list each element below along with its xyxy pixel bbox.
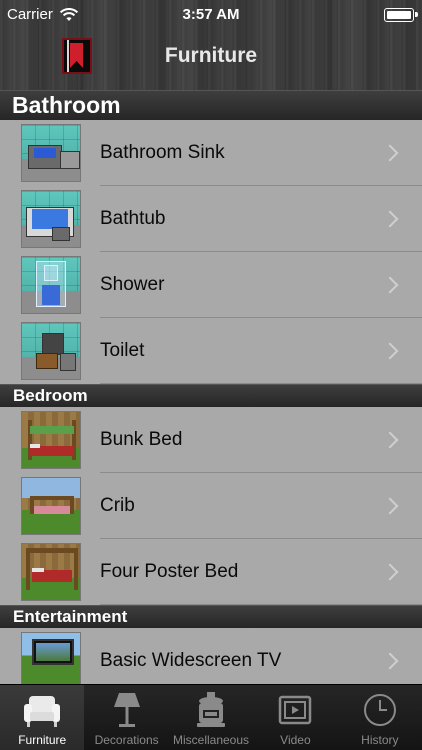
tab-history[interactable]: History — [338, 685, 422, 750]
armchair-icon — [22, 690, 62, 730]
row-label: Four Poster Bed — [100, 561, 239, 582]
status-bar: Carrier 3:57 AM — [0, 0, 422, 30]
tab-label: History — [361, 733, 399, 747]
list-item[interactable]: Crib — [0, 473, 422, 539]
row-label: Bathroom Sink — [100, 142, 225, 163]
nav-title: Furniture — [164, 44, 258, 67]
crib-thumbnail — [21, 477, 81, 535]
row-label: Bathtub — [100, 208, 166, 229]
row-label: Bunk Bed — [100, 429, 183, 450]
chevron-right-icon — [381, 276, 399, 294]
row-label: Toilet — [100, 340, 145, 361]
chevron-right-icon — [381, 497, 399, 515]
chevron-right-icon — [381, 342, 399, 360]
clock-icon — [360, 690, 400, 730]
tab-furniture[interactable]: Furniture — [0, 685, 85, 750]
list-item[interactable]: Basic Widescreen TV — [0, 628, 422, 684]
list-item[interactable]: Bunk Bed — [0, 407, 422, 473]
tab-label: Furniture — [18, 733, 67, 747]
lamp-icon — [107, 690, 147, 730]
bathroom-sink-thumbnail — [21, 124, 81, 182]
chevron-right-icon — [381, 652, 399, 670]
four-poster-bed-thumbnail — [21, 543, 81, 601]
tab-decorations[interactable]: Decorations — [84, 685, 168, 750]
row-label: Shower — [100, 274, 165, 295]
battery-icon — [384, 8, 418, 22]
chevron-right-icon — [381, 144, 399, 162]
chevron-right-icon — [381, 431, 399, 449]
furniture-list[interactable]: Bathroom Bathroom Sink Bathtub Shower To… — [0, 90, 422, 684]
bunk-bed-thumbnail — [21, 411, 81, 469]
top-bar: Carrier 3:57 AM Furniture — [0, 0, 422, 90]
chevron-right-icon — [381, 563, 399, 581]
chevron-right-icon — [381, 210, 399, 228]
toilet-thumbnail — [21, 322, 81, 380]
tab-video[interactable]: Video — [253, 685, 337, 750]
section-header-bathroom: Bathroom — [0, 90, 422, 120]
list-item[interactable]: Four Poster Bed — [0, 539, 422, 605]
tab-label: Miscellaneous — [172, 733, 250, 747]
section-header-entertainment: Entertainment — [0, 605, 422, 628]
video-icon — [275, 690, 315, 730]
row-label: Basic Widescreen TV — [100, 650, 282, 671]
bathtub-thumbnail — [21, 190, 81, 248]
tab-label: Video — [280, 733, 311, 747]
list-item[interactable]: Toilet — [0, 318, 422, 384]
list-item[interactable]: Bathtub — [0, 186, 422, 252]
list-item[interactable]: Bathroom Sink — [0, 120, 422, 186]
basic-widescreen-tv-thumbnail — [21, 632, 81, 684]
tab-miscellaneous[interactable]: Miscellaneous — [169, 685, 253, 750]
shower-thumbnail — [21, 256, 81, 314]
row-label: Crib — [100, 495, 135, 516]
tab-label: Decorations — [94, 733, 159, 747]
furnace-icon — [191, 690, 231, 730]
section-header-bedroom: Bedroom — [0, 384, 422, 407]
list-item[interactable]: Shower — [0, 252, 422, 318]
tab-bar: Furniture Decorations Miscellaneous Vide… — [0, 684, 422, 750]
status-time: 3:57 AM — [182, 6, 240, 23]
